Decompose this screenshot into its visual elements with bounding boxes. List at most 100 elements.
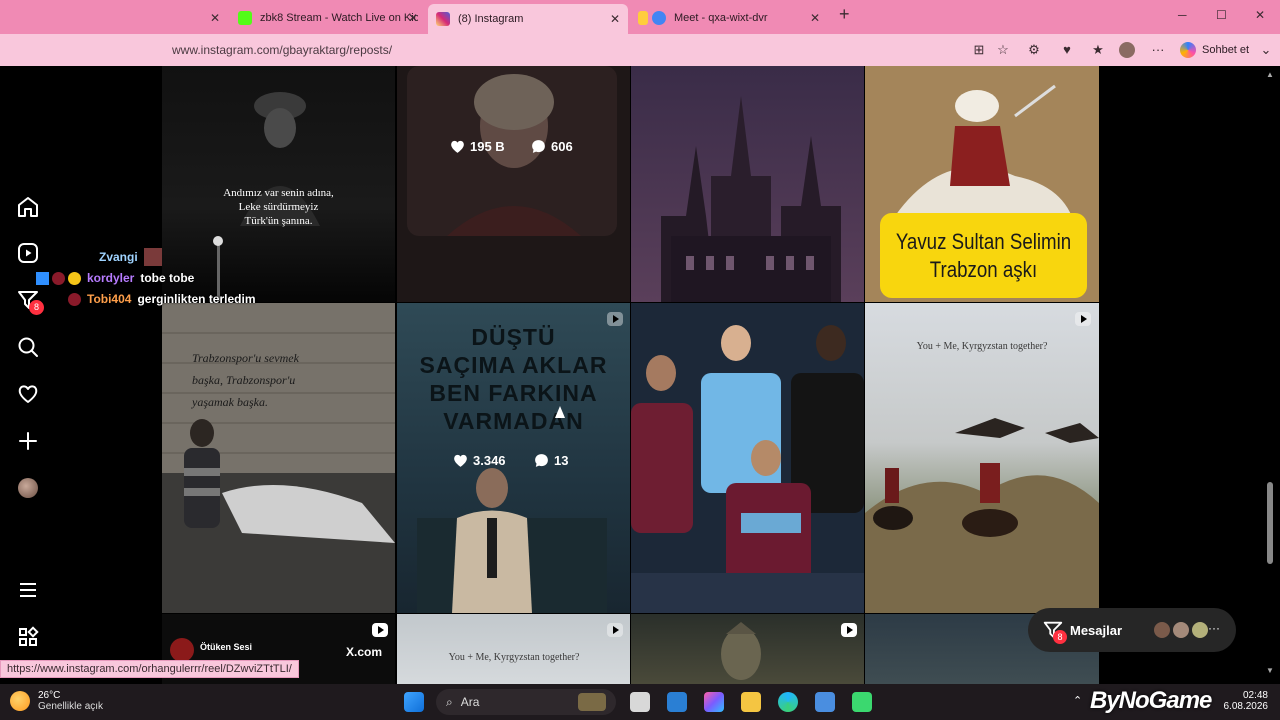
address-bar: www.instagram.com/gbayraktarg/reposts/ ⊞…: [0, 34, 1280, 66]
tab-kick-stream[interactable]: zbk8 Stream - Watch Live on Kick ✕: [230, 5, 426, 31]
comment-icon: [532, 140, 545, 153]
post-tile-4[interactable]: Yavuz Sultan Selimin Trabzon aşkı: [865, 66, 1099, 302]
home-icon[interactable]: [16, 195, 40, 219]
post-tile-3[interactable]: [631, 66, 864, 302]
contact-avatar: [1190, 620, 1210, 640]
tab-meet[interactable]: Meet - qxa-wixt-dvr ✕: [630, 5, 828, 31]
post-tile-8[interactable]: You + Me, Kyrgyzstan together?: [865, 303, 1099, 613]
account-avatar: [170, 638, 194, 662]
post-caption: Trabzonspor'u sevmek başka, Trabzonspor'…: [192, 351, 299, 409]
heart-icon[interactable]: [16, 382, 40, 406]
instagram-page: 8 Andımız var senin adına, Leke sürdürme…: [0, 66, 1280, 684]
weather-widget[interactable]: 26°C Genellikle açık: [10, 690, 103, 712]
tab-instagram[interactable]: (8) Instagram ✕: [428, 4, 628, 34]
minimize-icon[interactable]: ─: [1178, 8, 1187, 22]
close-icon[interactable]: ✕: [210, 11, 220, 25]
post-tile-1[interactable]: Andımız var senin adına, Leke sürdürmeyi…: [162, 66, 395, 302]
weather-text: Genellikle açık: [38, 701, 104, 712]
warrior-statue-photo: [721, 622, 761, 680]
browser-tab-bar: ✕ zbk8 Stream - Watch Live on Kick ✕ (8)…: [0, 0, 1280, 34]
tab-label: zbk8 Stream - Watch Live on Kick: [260, 12, 418, 24]
extensions-icon[interactable]: ⚙: [1026, 42, 1042, 58]
instagram-icon: [436, 12, 450, 26]
store-icon[interactable]: [815, 692, 835, 712]
notification-badge: 8: [29, 300, 44, 315]
chat-text: gerginlikten terledim: [137, 292, 256, 306]
maximize-icon[interactable]: ☐: [1216, 8, 1227, 22]
task-view-icon[interactable]: [630, 692, 650, 712]
chevron-down-icon[interactable]: ⌄: [1258, 42, 1274, 58]
scroll-up-icon[interactable]: ▲: [1266, 70, 1274, 79]
comments-count: 13: [533, 452, 568, 469]
post-tile-6[interactable]: DÜŞTÜ SAÇIMA AKLAR BEN FARKINA VARMADAN …: [397, 303, 630, 613]
post-tile-11[interactable]: [631, 614, 864, 684]
emote-icon: [143, 248, 162, 266]
profile-avatar[interactable]: [18, 478, 38, 498]
tray-chevron-icon[interactable]: ⌃: [1073, 694, 1082, 707]
post-tile-5[interactable]: Trabzonspor'u sevmek başka, Trabzonspor'…: [162, 303, 395, 613]
tab-label: Meet - qxa-wixt-dvr: [674, 12, 768, 24]
copilot-button[interactable]: Sohbet et: [1180, 42, 1249, 58]
comments-value: 13: [554, 453, 569, 468]
tab-label: (8) Instagram: [458, 13, 524, 25]
url-field[interactable]: www.instagram.com/gbayraktarg/reposts/: [172, 43, 392, 57]
close-icon[interactable]: ✕: [408, 11, 418, 25]
eagle-horsemen-photo: [865, 418, 1099, 613]
reel-icon: [372, 623, 388, 637]
close-window-icon[interactable]: ✕: [1255, 8, 1265, 22]
post-tile-7[interactable]: [631, 303, 864, 613]
clock[interactable]: 02:48 6.08.2026: [1216, 690, 1269, 712]
copilot-app-icon[interactable]: [704, 692, 724, 712]
instagram-sidebar: 8: [0, 66, 58, 684]
post-tile-10[interactable]: You + Me, Kyrgyzstan together?: [397, 614, 630, 684]
likes-value: 195 B: [470, 139, 505, 154]
messages-button[interactable]: 8 Mesajlar ···: [1028, 608, 1236, 652]
favorites-icon[interactable]: ★: [1090, 42, 1106, 58]
game-app-icon[interactable]: [852, 692, 872, 712]
tab-partial[interactable]: ✕: [172, 5, 228, 31]
app-icon[interactable]: ⊞: [971, 42, 987, 58]
subscriber-badge-icon: [68, 292, 81, 306]
file-explorer-icon[interactable]: [741, 692, 761, 712]
post-caption: Andımız var senin adına, Leke sürdürmeyi…: [223, 187, 334, 227]
account-name: Ötüken Sesi: [200, 642, 253, 652]
performance-icon[interactable]: ♥: [1059, 42, 1075, 58]
copilot-icon: [1180, 42, 1196, 58]
page-scrollbar[interactable]: ▲ ▼: [1266, 66, 1274, 684]
more-icon: ···: [1208, 621, 1220, 635]
trabzonspor-players-photo: [631, 303, 864, 613]
outlook-icon[interactable]: [667, 692, 687, 712]
chat-message: Zvangi: [99, 248, 162, 266]
chat-text: tobe tobe: [140, 271, 195, 285]
taskbar-search[interactable]: ⌕ Ara: [436, 689, 616, 715]
profile-avatar-icon[interactable]: [1119, 42, 1135, 58]
star-icon[interactable]: ☆: [995, 42, 1011, 58]
apps-icon[interactable]: [16, 625, 40, 649]
new-tab-icon[interactable]: +: [839, 4, 850, 25]
likes-count: 195 B: [449, 138, 505, 155]
comment-icon: [535, 454, 548, 467]
chat-username: Zvangi: [99, 250, 138, 264]
scroll-thumb[interactable]: [1267, 482, 1273, 564]
reels-icon[interactable]: [16, 241, 40, 265]
post-tile-2[interactable]: 195 B 606: [397, 66, 630, 302]
more-icon[interactable]: ···: [1150, 42, 1166, 58]
close-icon[interactable]: ✕: [610, 12, 620, 26]
close-icon[interactable]: ✕: [810, 11, 820, 25]
source-label: X.com: [346, 645, 383, 659]
subscriber-badge-icon: [52, 271, 65, 285]
messages-badge: 8: [1053, 630, 1067, 644]
start-icon[interactable]: [404, 692, 424, 712]
scroll-down-icon[interactable]: ▼: [1266, 666, 1274, 675]
likes-count: 3.346: [452, 452, 506, 469]
chat-username: kordyler: [87, 271, 135, 285]
create-icon[interactable]: [16, 429, 40, 453]
menu-icon[interactable]: [16, 578, 40, 602]
soldier-photo: [213, 92, 320, 301]
search-icon[interactable]: [16, 335, 40, 359]
edge-icon[interactable]: [778, 692, 798, 712]
temperature: 26°C: [38, 690, 61, 701]
windows-taskbar: 26°C Genellikle açık ⌕ Ara ⌃ ByNoGame 02…: [0, 684, 1280, 720]
likes-value: 3.346: [473, 453, 506, 468]
clock-date: 6.08.2026: [1223, 701, 1269, 712]
